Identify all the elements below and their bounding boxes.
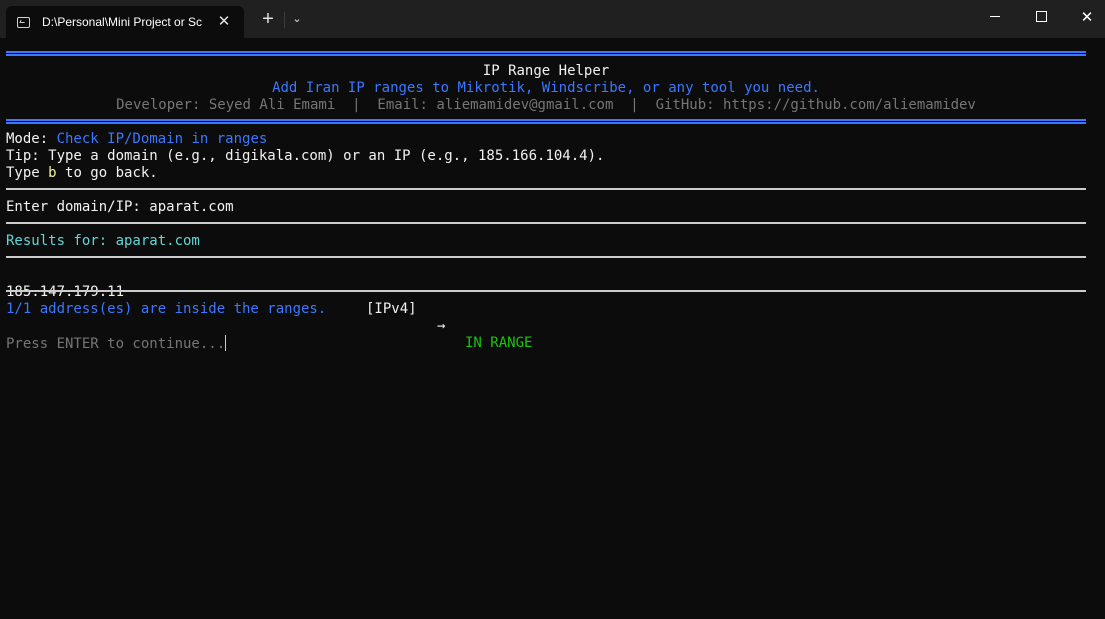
input-prompt: Enter domain/IP: [6, 199, 150, 215]
maximize-icon [1035, 11, 1047, 22]
mode-label: Mode: [6, 131, 57, 147]
new-tab-button[interactable]: + [257, 8, 279, 30]
input-line: Enter domain/IP: aparat.com [6, 199, 234, 216]
tip-line: Tip: Type a domain (e.g., digikala.com) … [6, 148, 605, 164]
input-value: aparat.com [149, 199, 234, 215]
back-key: b [48, 165, 57, 181]
result-row: 185.147.179.11 [IPv4] → IN RANGE [6, 267, 1086, 351]
results-summary: 1/1 address(es) are inside the ranges. [6, 301, 327, 317]
close-button[interactable]: ✕ [1064, 0, 1105, 34]
app-title: IP Range Helper [482, 63, 610, 79]
results-label: Results for: [6, 233, 116, 249]
results-query: aparat.com [115, 233, 200, 249]
tab-title: D:\Personal\Mini Project or Sc [42, 15, 203, 29]
terminal-output[interactable]: IP Range Helper Add Iran IP ranges to Mi… [0, 38, 1105, 619]
terminal-icon [17, 16, 30, 28]
text-cursor [225, 335, 227, 351]
continue-prompt: Press ENTER to continue... [6, 335, 227, 352]
back-prefix: Type [6, 165, 49, 181]
minimize-icon [990, 16, 1000, 17]
maximize-button[interactable] [1018, 0, 1064, 34]
result-ip: 185.147.179.11 [6, 284, 125, 300]
separator [6, 256, 1086, 258]
continue-text: Press ENTER to continue... [6, 336, 226, 352]
credits-line: Developer: Seyed Ali Emami | Email: alie… [116, 97, 976, 113]
separator [6, 222, 1086, 224]
title-bar: D:\Personal\Mini Project or Sc ✕ + ⌄ ✕ [0, 0, 1105, 38]
separator [6, 188, 1086, 190]
result-status: IN RANGE [465, 335, 533, 351]
arrow-icon: → [437, 318, 446, 334]
separator [6, 290, 1086, 292]
mode-line: Mode: Check IP/Domain in ranges [6, 131, 267, 148]
minimize-button[interactable] [972, 0, 1018, 34]
back-hint: Type b to go back. [6, 165, 158, 182]
terminal-tab[interactable]: D:\Personal\Mini Project or Sc ✕ [6, 6, 244, 38]
mode-value: Check IP/Domain in ranges [56, 131, 268, 147]
back-suffix: to go back. [56, 165, 158, 181]
result-family: [IPv4] [366, 301, 417, 317]
chevron-down-icon[interactable]: ⌄ [289, 9, 305, 29]
tab-divider [284, 12, 285, 28]
tab-close-icon[interactable]: ✕ [215, 13, 233, 31]
header-bottom-rule [6, 119, 1086, 124]
app-subtitle: Add Iran IP ranges to Mikrotik, Windscri… [272, 80, 820, 96]
header-top-rule [6, 51, 1086, 56]
results-heading: Results for: aparat.com [6, 233, 200, 250]
